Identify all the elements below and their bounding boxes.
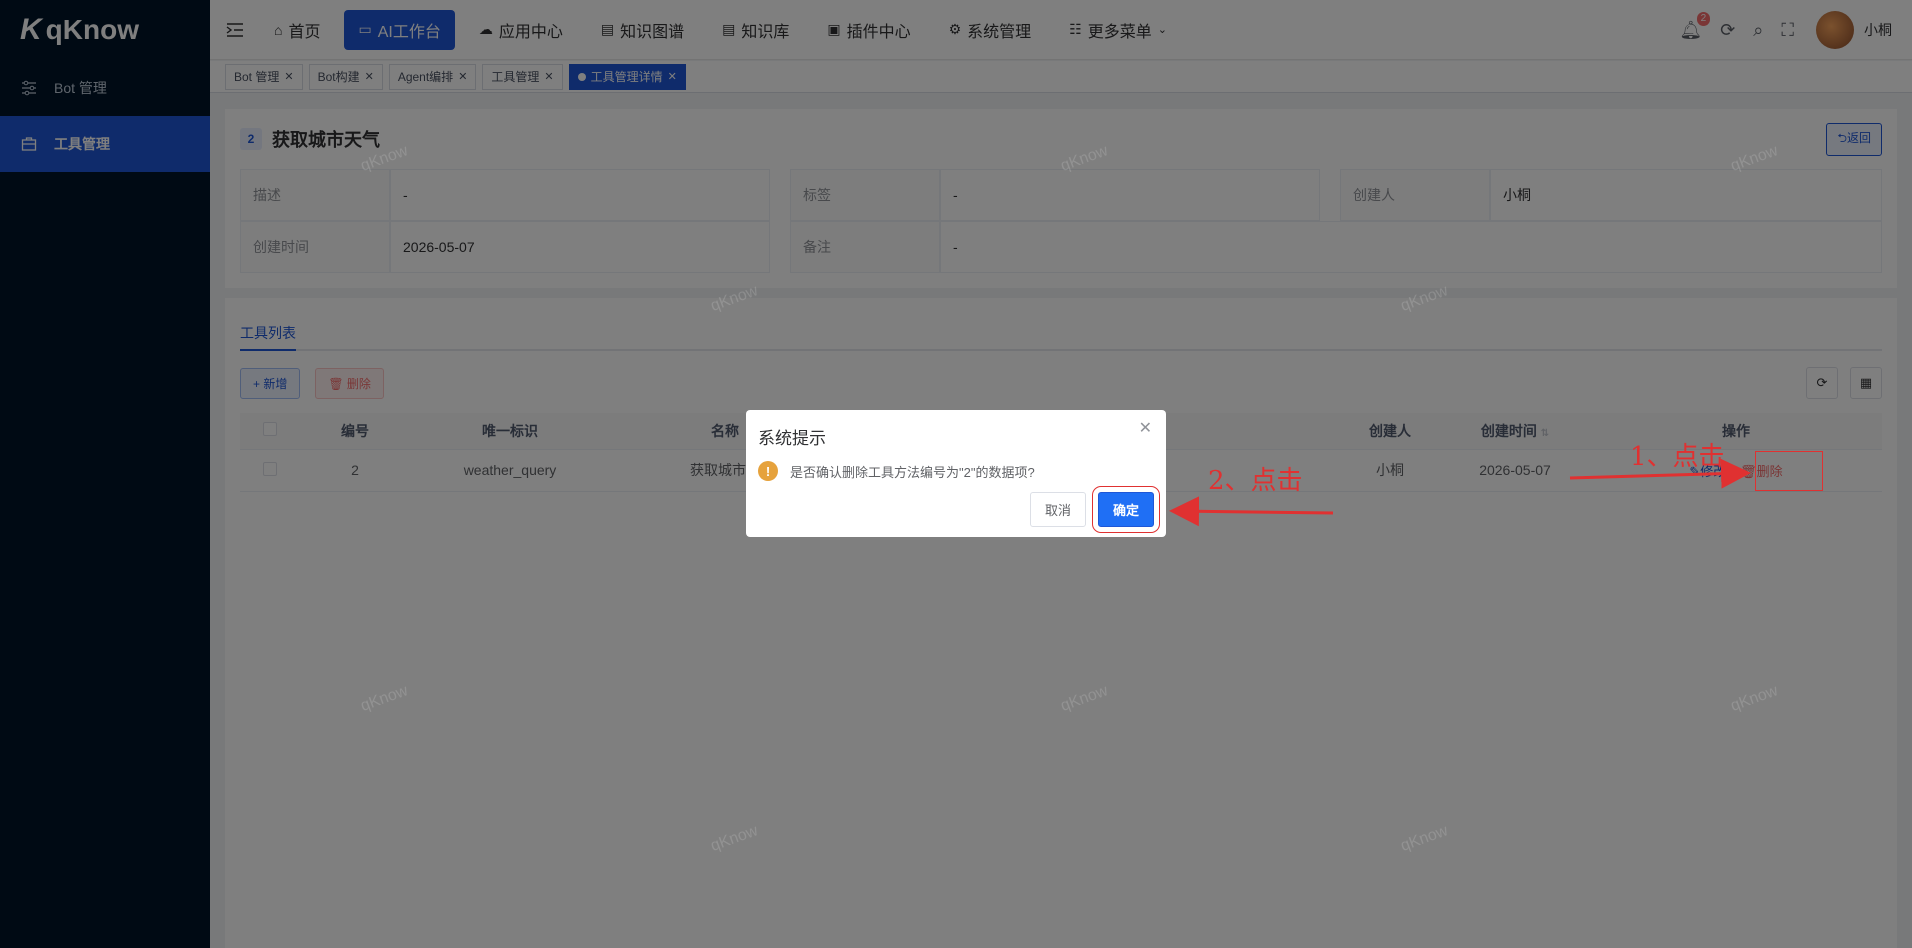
confirm-dialog: 系统提示 ✕ ! 是否确认删除工具方法编号为"2"的数据项? 取消 确定 [746, 410, 1166, 537]
annotation-step1: 1、点击 [1630, 442, 1725, 472]
dialog-title: 系统提示 [758, 429, 826, 448]
dialog-buttons: 取消 确定 [1029, 486, 1161, 533]
dialog-message: ! 是否确认删除工具方法编号为"2"的数据项? [758, 461, 1154, 481]
annotation-step2: 2、点击 [1208, 466, 1303, 496]
cancel-button[interactable]: 取消 [1029, 492, 1086, 527]
confirm-button[interactable]: 确定 [1091, 486, 1161, 533]
close-icon[interactable]: ✕ [1139, 418, 1152, 438]
annotation-highlight-delete [1755, 451, 1823, 491]
warning-icon: ! [758, 461, 778, 481]
